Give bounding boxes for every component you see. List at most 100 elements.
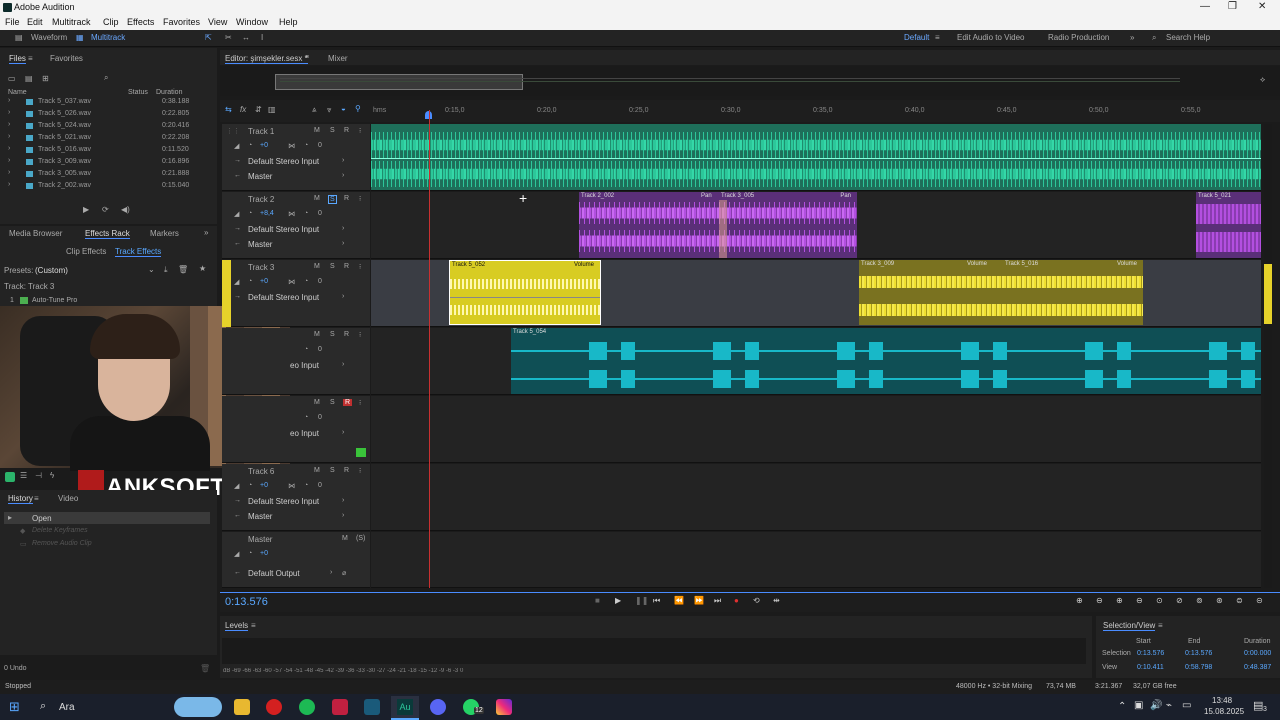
menu-edit[interactable]: Edit bbox=[27, 17, 43, 27]
record-arm-button[interactable]: R bbox=[344, 195, 349, 202]
notifications-icon[interactable]: ▤ bbox=[1253, 699, 1263, 712]
chevron-right-icon[interactable]: › bbox=[342, 497, 344, 504]
track-name[interactable]: Track 3 bbox=[248, 263, 274, 272]
track-output-select[interactable]: Master bbox=[248, 172, 272, 181]
tab-effects-rack[interactable]: Effects Rack bbox=[85, 229, 130, 239]
tab-media-browser[interactable]: Media Browser bbox=[9, 229, 62, 238]
chevron-right-icon[interactable]: › bbox=[330, 569, 332, 576]
mute-button[interactable]: M bbox=[314, 195, 320, 202]
track-input-select[interactable]: Default Stereo Input bbox=[248, 157, 319, 166]
zoom-out-tracks-icon[interactable]: ⊝ bbox=[1256, 596, 1263, 605]
scroll-thumb[interactable] bbox=[1264, 264, 1272, 324]
track-effects-tab[interactable]: Track Effects bbox=[115, 247, 162, 257]
chevron-down-icon[interactable]: ⌄ bbox=[148, 265, 155, 274]
track-lane-3[interactable]: Track 5_052 Volume Track 3_009 Volume Tr… bbox=[371, 260, 1261, 327]
solo-button[interactable]: S bbox=[330, 263, 335, 270]
clock-date[interactable]: 15.08.2025 bbox=[1204, 707, 1244, 716]
track-lane-5[interactable] bbox=[371, 396, 1261, 463]
menu-favorites[interactable]: Favorites bbox=[163, 17, 200, 27]
zoom-out-time-icon[interactable]: ⊖ bbox=[1136, 596, 1143, 605]
solo-button[interactable]: S bbox=[330, 467, 335, 474]
chevron-right-icon[interactable]: › bbox=[342, 429, 344, 436]
track-lane-2[interactable]: Track 2_002 Pan Track 3_005 Pan Track 5_… bbox=[371, 192, 1261, 259]
zero-cross-icon[interactable]: ⩔ bbox=[327, 105, 332, 115]
filter-search-icon[interactable]: ⌕ bbox=[104, 73, 108, 83]
workspace-edit-audio-to-video[interactable]: Edit Audio to Video bbox=[957, 33, 1024, 42]
pan-knob-icon[interactable]: ◔ bbox=[304, 142, 308, 149]
pan-knob-icon[interactable]: ◔ bbox=[304, 278, 308, 285]
selection-end[interactable]: 0:13.576 bbox=[1185, 650, 1212, 657]
workspace-menu-icon[interactable]: ≡ bbox=[935, 33, 940, 42]
record-arm-button[interactable]: R bbox=[344, 263, 349, 270]
search-icon[interactable]: ⌕ bbox=[40, 700, 46, 713]
selection-duration[interactable]: 0:00.000 bbox=[1244, 650, 1271, 657]
skip-selection-icon[interactable]: ⇹ bbox=[773, 596, 780, 605]
metronome-icon[interactable]: ⩓ bbox=[312, 105, 317, 115]
col-status[interactable]: Status bbox=[128, 89, 148, 96]
meters-icon[interactable]: ▥ bbox=[268, 105, 276, 114]
record-arm-button[interactable]: R bbox=[344, 467, 349, 474]
play-icon[interactable]: ▶ bbox=[83, 205, 89, 214]
volume-knob-icon[interactable]: ◔ bbox=[248, 142, 252, 149]
time-selection-tool-icon[interactable]: I bbox=[261, 33, 263, 42]
monitor-input-button[interactable]: ⁝ bbox=[359, 127, 361, 135]
chevron-right-icon[interactable]: › bbox=[342, 225, 344, 232]
tab-files[interactable]: Files bbox=[9, 54, 26, 64]
monitor-input-button[interactable]: ⁝ bbox=[359, 331, 361, 339]
insert-icon[interactable]: ⊞ bbox=[42, 74, 49, 83]
windows-start-icon[interactable]: ⊞ bbox=[9, 699, 20, 715]
zoom-selection-icon[interactable]: ⊘ bbox=[1176, 596, 1183, 605]
record-arm-button[interactable]: R bbox=[344, 331, 349, 338]
track-name[interactable]: Master bbox=[248, 535, 272, 544]
playhead-line[interactable] bbox=[429, 110, 430, 588]
loop-icon[interactable]: ⟳ bbox=[102, 205, 109, 214]
timeline-ruler[interactable]: ⇆ fx ⇵ ▥ ⩓ ⩔ ◒ ⚲ hms 0:15,0 0:20,0 0:25,… bbox=[220, 100, 1280, 122]
search-help-input[interactable]: Search Help bbox=[1166, 33, 1210, 42]
track-name[interactable]: Track 1 bbox=[248, 127, 274, 136]
fx-power-icon[interactable]: ⌀ bbox=[342, 569, 346, 577]
record-icon[interactable]: ● bbox=[734, 596, 739, 605]
levels-title[interactable]: Levels bbox=[225, 621, 249, 631]
panel-menu-icon[interactable]: ≡ bbox=[251, 621, 256, 630]
taskbar-search[interactable]: Ara bbox=[59, 702, 75, 713]
stop-icon[interactable]: ■ bbox=[595, 596, 600, 605]
pan-value[interactable]: 0 bbox=[318, 346, 322, 353]
volume-knob-icon[interactable]: ◔ bbox=[248, 278, 252, 285]
audio-clip-selected[interactable]: Track 5_052 Volume bbox=[449, 260, 601, 325]
menu-multitrack[interactable]: Multitrack bbox=[52, 17, 91, 27]
monitor-input-button[interactable]: ⁝ bbox=[359, 263, 361, 271]
chevron-right-icon[interactable]: › bbox=[342, 512, 344, 519]
workspace-radio-production[interactable]: Radio Production bbox=[1048, 33, 1109, 42]
menu-clip[interactable]: Clip bbox=[103, 17, 119, 27]
view-range-handle[interactable] bbox=[275, 74, 523, 90]
menu-window[interactable]: Window bbox=[236, 17, 268, 27]
track-input-select[interactable]: Default Stereo Input bbox=[248, 293, 319, 302]
track-input-select[interactable]: Default Stereo Input bbox=[248, 497, 319, 506]
workspace-default[interactable]: Default bbox=[904, 33, 929, 42]
tab-markers[interactable]: Markers bbox=[150, 229, 179, 238]
solo-button[interactable]: (S) bbox=[356, 535, 365, 542]
zoom-in-amplitude-icon[interactable]: ⊕ bbox=[1076, 596, 1083, 605]
inputs-icon[interactable]: ⇵ bbox=[255, 105, 262, 114]
solo-button[interactable]: S bbox=[330, 399, 335, 406]
track-output-select[interactable]: Master bbox=[248, 512, 272, 521]
solo-button[interactable]: S bbox=[328, 195, 337, 204]
panel-menu-icon[interactable]: ≡ bbox=[34, 494, 39, 503]
chevron-up-icon[interactable]: ⌃ bbox=[1118, 701, 1126, 712]
pan-knob-icon[interactable]: ◔ bbox=[304, 414, 308, 421]
monitor-input-button[interactable]: ⁝ bbox=[359, 467, 361, 475]
snap-icon[interactable]: ⇆ bbox=[225, 105, 232, 114]
multitrack-button[interactable]: Multitrack bbox=[91, 33, 125, 42]
audio-clip[interactable] bbox=[371, 124, 1261, 190]
loop-playback-icon[interactable]: ⟲ bbox=[753, 596, 760, 605]
more-workspaces-icon[interactable]: » bbox=[1130, 33, 1134, 42]
view-start[interactable]: 0:10.411 bbox=[1137, 664, 1164, 671]
vertical-scrollbar[interactable] bbox=[1264, 124, 1272, 588]
track-header-master[interactable]: Master M (S) ◢ ◔ +0 ← Default Output › ⌀ bbox=[222, 532, 370, 588]
volume-knob-icon[interactable]: ◔ bbox=[248, 210, 252, 217]
col-duration[interactable]: Duration bbox=[156, 89, 182, 96]
presets-select[interactable]: (Custom) bbox=[35, 266, 68, 275]
power-icon[interactable] bbox=[20, 297, 28, 304]
solo-button[interactable]: S bbox=[330, 127, 335, 134]
volume-value[interactable]: +0 bbox=[260, 550, 268, 557]
